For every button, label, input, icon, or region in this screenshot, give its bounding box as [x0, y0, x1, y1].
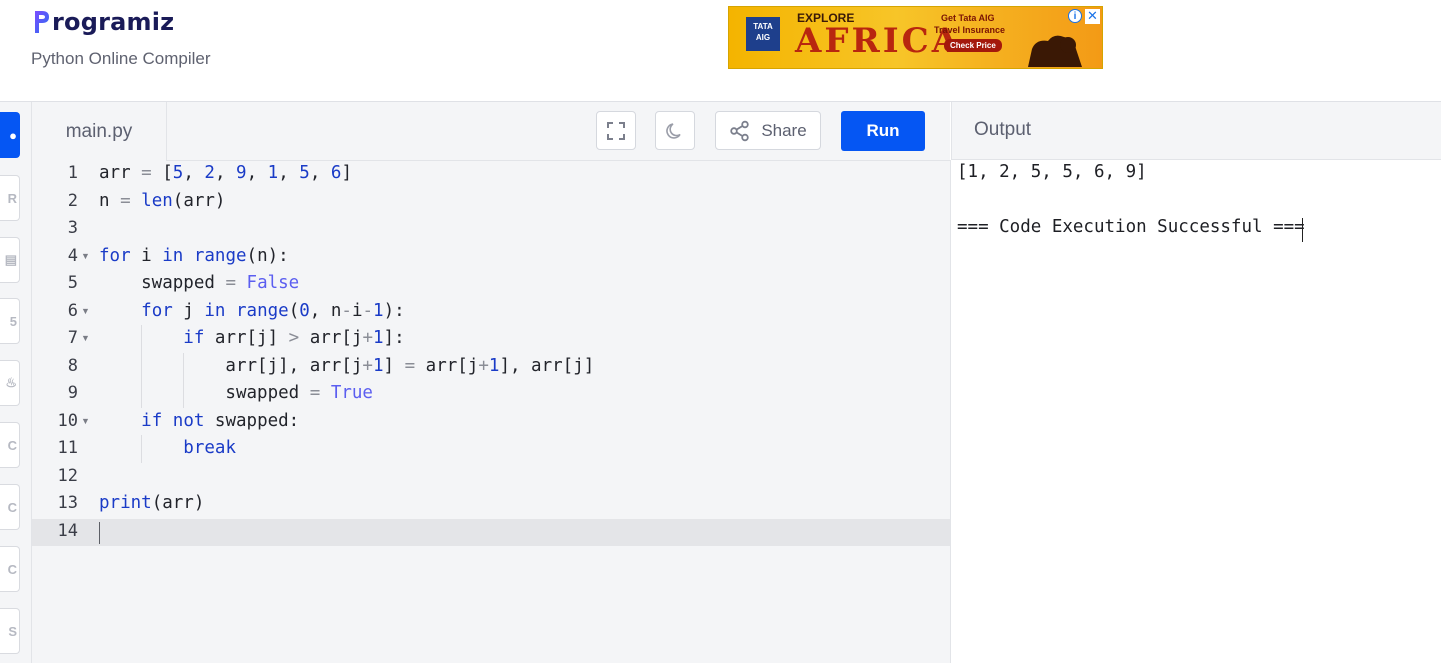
indent-guide [141, 435, 142, 463]
sidebar-glyph: 5 [9, 313, 17, 329]
line-number: 7 [67, 328, 78, 348]
sidebar-glyph: ▤ [4, 252, 17, 267]
code-line: print(arr) [99, 493, 205, 513]
line-number: 11 [57, 438, 78, 458]
sidebar-glyph: R [7, 190, 17, 206]
ad-cta-button[interactable]: Check Price [944, 39, 1002, 52]
code-line: for i in range(n): [99, 245, 289, 266]
share-icon [730, 120, 750, 141]
page-subtitle: Python Online Compiler [31, 49, 211, 68]
c-icon[interactable]: C [0, 422, 20, 468]
lion-icon [1028, 35, 1082, 67]
code-line: arr[j], arr[j+1] = arr[j+1], arr[j] [99, 355, 595, 376]
fullscreen-button[interactable] [596, 111, 636, 150]
ad-line2: Travel Insurance [934, 25, 1006, 35]
sidebar-glyph: C [7, 437, 17, 453]
output-header: Output [951, 102, 1441, 160]
sidebar-glyph: ● [9, 127, 17, 143]
sql-icon[interactable]: ▤ [0, 237, 20, 283]
line-number: 1 [67, 163, 78, 183]
share-button[interactable]: Share [715, 111, 821, 150]
output-title: Output [974, 119, 1032, 140]
line-number: 8 [67, 355, 78, 376]
csharp-icon[interactable]: C [0, 546, 20, 592]
file-tab-main[interactable]: main.py [32, 102, 167, 161]
language-sidebar: ● R ▤ 5 ♨ C C C S [0, 102, 32, 663]
fold-toggle-icon[interactable]: ▼ [81, 408, 90, 435]
line-number: 3 [67, 218, 78, 238]
ad-banner[interactable]: TATA AIG EXPLORE AFRICA Get Tata AIG Tra… [728, 6, 1103, 69]
editor-toolbar: main.py Share Run [32, 102, 950, 161]
fold-toggle-icon[interactable]: ▼ [81, 243, 90, 270]
line-number: 13 [57, 493, 78, 513]
output-cursor [1302, 218, 1303, 242]
code-line: if arr[j] > arr[j+1]: [183, 328, 405, 348]
cpp-icon[interactable]: C [0, 484, 20, 530]
indent-guide [183, 352, 184, 380]
programiz-logo[interactable]: rogramiz [33, 4, 174, 40]
python-icon[interactable]: ● [0, 112, 20, 158]
indent-guide [141, 325, 142, 353]
sidebar-glyph: C [7, 499, 17, 515]
line-number: 6 [67, 300, 78, 321]
code-line: n = len(arr) [99, 190, 226, 211]
fullscreen-icon [607, 121, 625, 140]
r-icon[interactable]: R [0, 175, 20, 221]
line-number: 5 [67, 273, 78, 293]
fold-toggle-icon[interactable]: ▼ [81, 298, 90, 325]
ad-close-icon[interactable]: ✕ [1085, 9, 1100, 24]
code-line: if not swapped: [141, 410, 300, 431]
indent-guide [141, 380, 142, 408]
ad-line1: Get Tata AIG [941, 13, 995, 23]
fold-toggle-icon[interactable]: ▼ [81, 325, 90, 352]
java-icon[interactable]: ♨ [0, 360, 20, 406]
code-line: arr = [5, 2, 9, 1, 5, 6] [99, 163, 352, 183]
sidebar-glyph: C [7, 561, 17, 577]
html-icon[interactable]: 5 [0, 298, 20, 344]
ad-brand-logo: TATA AIG [746, 17, 780, 51]
line-number: 2 [67, 190, 78, 211]
run-button[interactable]: Run [841, 111, 925, 151]
output-line: [1, 2, 5, 5, 6, 9] [957, 162, 1147, 182]
line-number: 12 [57, 465, 78, 486]
line-number: 10 [57, 410, 78, 431]
sidebar-glyph: S [8, 623, 17, 639]
ad-info-icon[interactable]: i [1068, 9, 1082, 23]
programiz-logo-mark [33, 8, 51, 36]
share-label: Share [761, 120, 807, 140]
line-number: 9 [67, 383, 78, 403]
brand-name: rogramiz [52, 8, 175, 36]
code-line: break [183, 438, 236, 458]
js-icon[interactable]: S [0, 608, 20, 654]
moon-icon [666, 122, 681, 139]
line-number: 4 [67, 245, 78, 266]
theme-toggle-button[interactable] [655, 111, 695, 150]
indent-guide [183, 380, 184, 408]
text-cursor [99, 522, 100, 544]
output-line: === Code Execution Successful === [957, 217, 1305, 237]
code-line: swapped = False [99, 273, 300, 293]
code-line: for j in range(0, n-i-1): [141, 300, 405, 321]
line-number: 14 [57, 520, 78, 541]
active-line-highlight [32, 519, 950, 546]
sidebar-glyph: ♨ [5, 375, 17, 390]
indent-guide [141, 352, 142, 380]
